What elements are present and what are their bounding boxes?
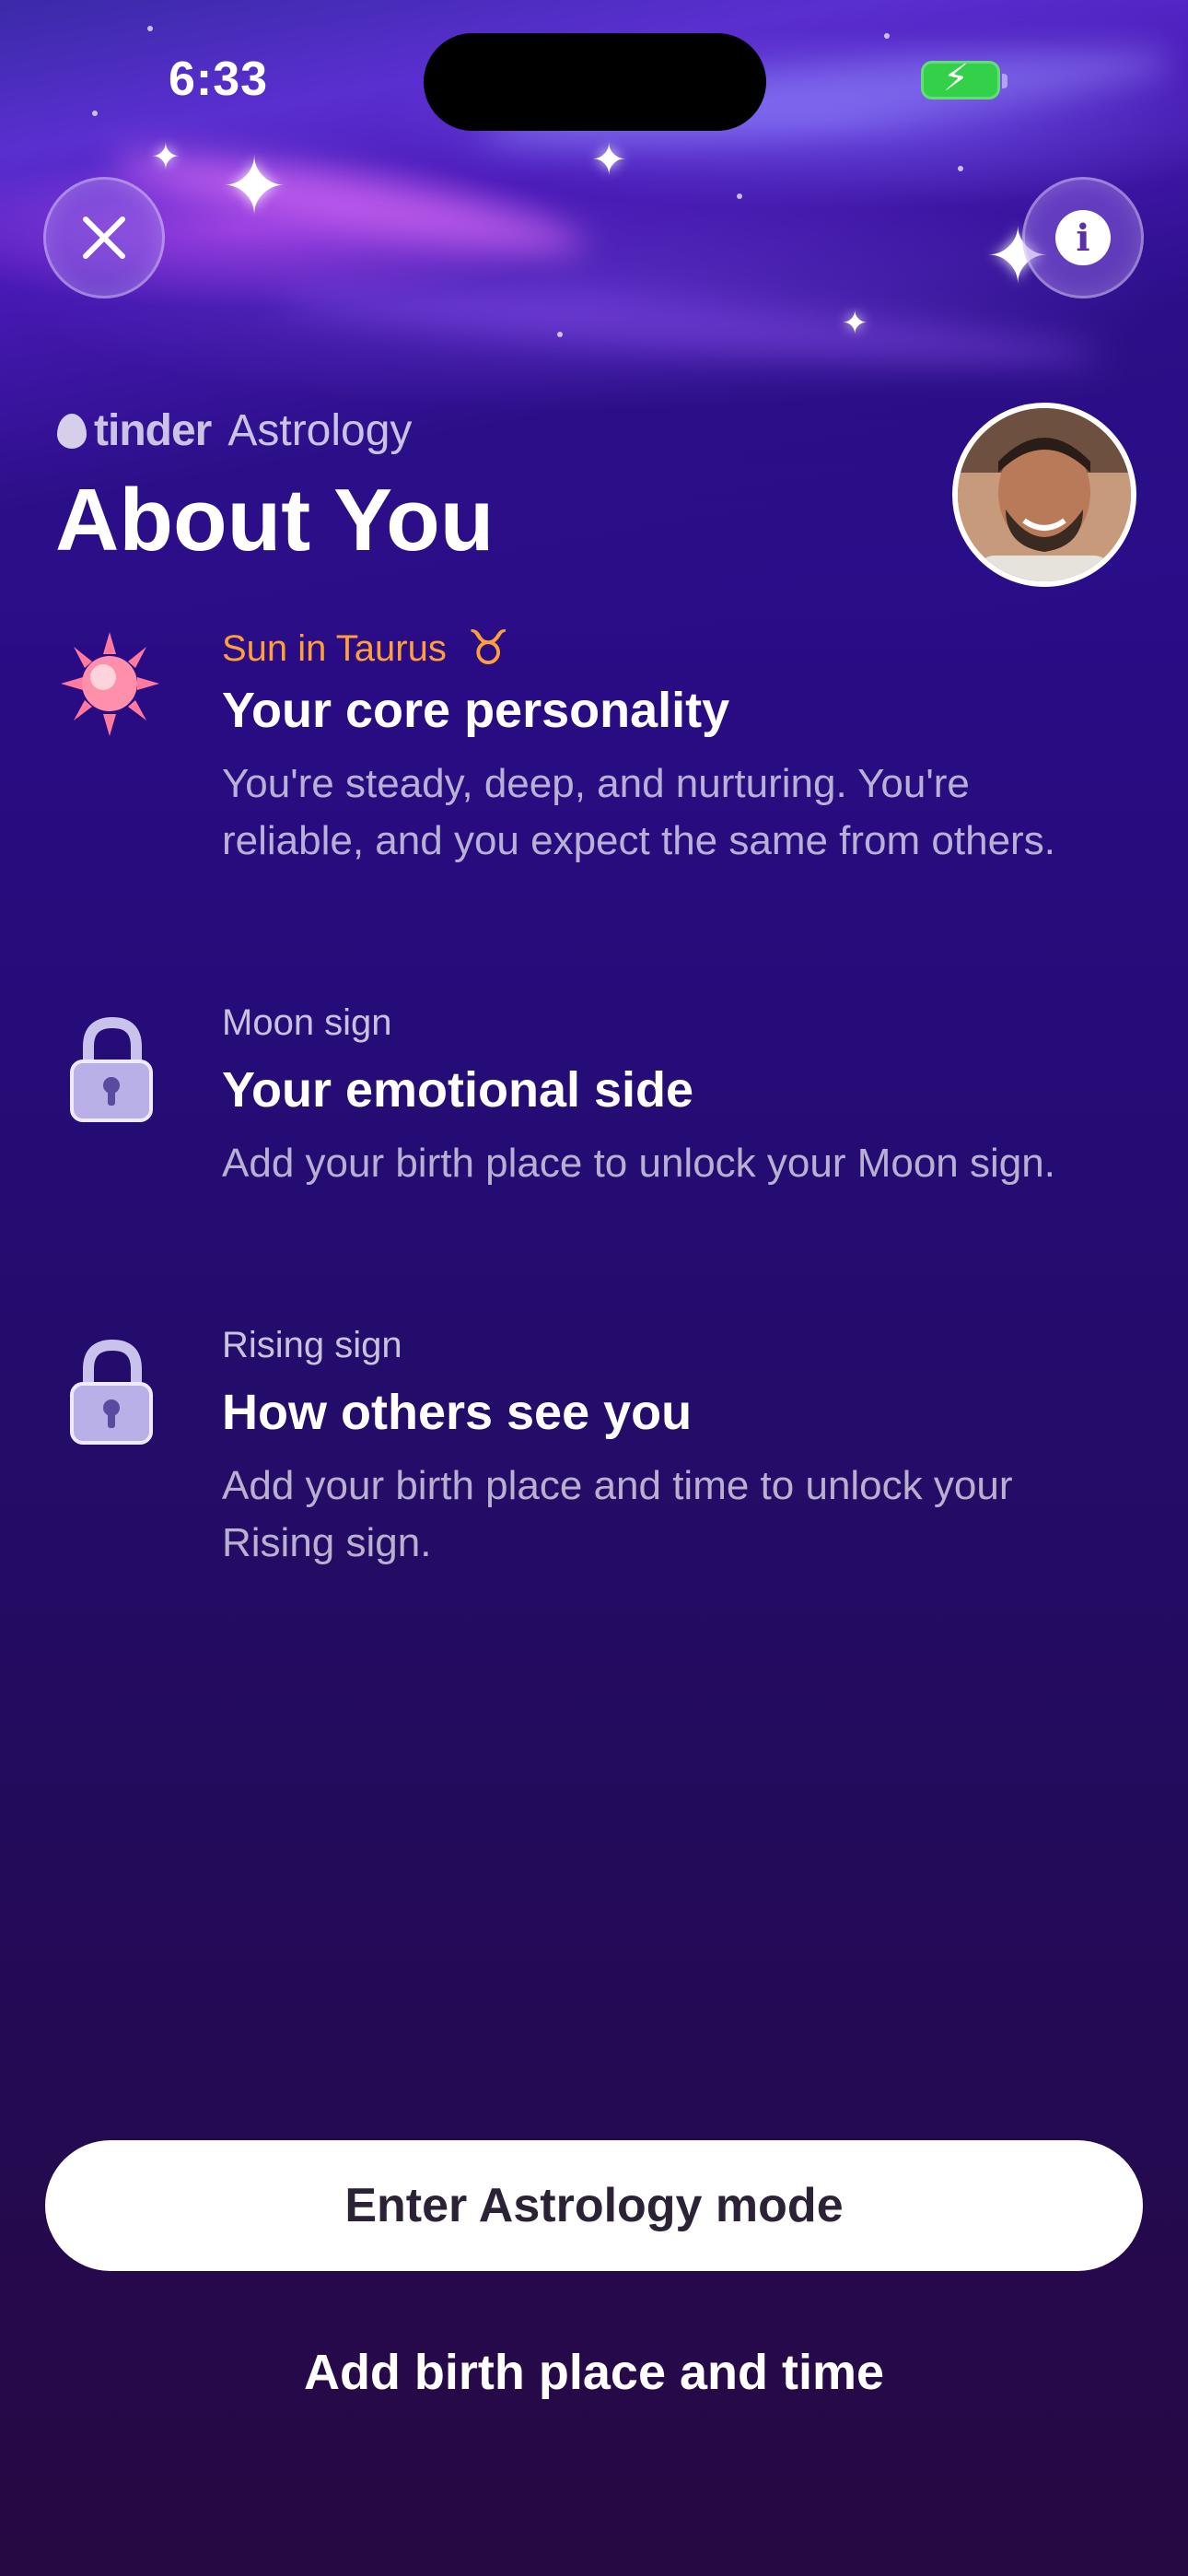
star-dot [147, 26, 153, 31]
lock-icon [57, 1012, 163, 1127]
sparkle-icon: ✦ [221, 143, 288, 231]
rising-sign-section: Rising sign How others see you Add your … [222, 1325, 1106, 1572]
brand-product: Astrology [227, 406, 413, 455]
dynamic-island [424, 33, 766, 131]
star-dot [884, 33, 890, 39]
avatar [952, 403, 1136, 587]
section-eyebrow: Sun in Taurus ♉ [222, 621, 1106, 676]
avatar-portrait [958, 408, 1131, 581]
sparkle-icon: ✦ [591, 135, 627, 183]
section-title: How others see you [222, 1385, 693, 1440]
flame-icon [57, 413, 87, 449]
section-body: You're steady, deep, and nurturing. You'… [222, 761, 1055, 863]
section-eyebrow: Rising sign [222, 1325, 402, 1365]
section-title: Your emotional side [222, 1062, 694, 1118]
info-button[interactable]: i [1022, 177, 1144, 299]
astrology-about-screen: ✦ ✦ ✦ ✦ ✦ 6:33 ⚡ i tinder Astrology Abou… [0, 0, 1188, 2576]
lock-icon [57, 1334, 163, 1449]
section-body: Add your birth place to unlock your Moon… [222, 1141, 1055, 1186]
section-body: Add your birth place and time to unlock … [222, 1463, 1013, 1565]
sparkle-icon: ✦ [151, 138, 181, 177]
enter-astrology-mode-button[interactable]: Enter Astrology mode [45, 2140, 1143, 2271]
star-dot [958, 166, 963, 171]
close-icon [83, 217, 125, 259]
moon-sign-section: Moon sign Your emotional side Add your b… [222, 1002, 1106, 1192]
battery-cap [1002, 74, 1007, 88]
section-title: Your core personality [222, 683, 730, 738]
sun-icon [57, 626, 163, 742]
sparkle-icon: ✦ [842, 306, 868, 341]
charging-bolt-icon: ⚡ [943, 58, 970, 99]
sun-sign-section: Sun in Taurus ♉ Your core personality Yo… [222, 621, 1106, 870]
taurus-glyph-icon: ♉ [466, 621, 510, 676]
info-icon: i [1055, 210, 1111, 265]
add-birth-place-and-time-button[interactable]: Add birth place and time [0, 2331, 1188, 2414]
star-dot [737, 193, 742, 199]
star-dot [557, 332, 563, 337]
sun-sign-label: Sun in Taurus [222, 627, 447, 669]
brand-lockup: tinder Astrology [57, 405, 412, 456]
section-eyebrow: Moon sign [222, 1002, 392, 1043]
page-title: About You [55, 471, 495, 569]
status-time: 6:33 [169, 53, 269, 106]
close-button[interactable] [43, 177, 165, 299]
star-dot [92, 111, 98, 116]
brand-name: tinder [94, 406, 212, 455]
